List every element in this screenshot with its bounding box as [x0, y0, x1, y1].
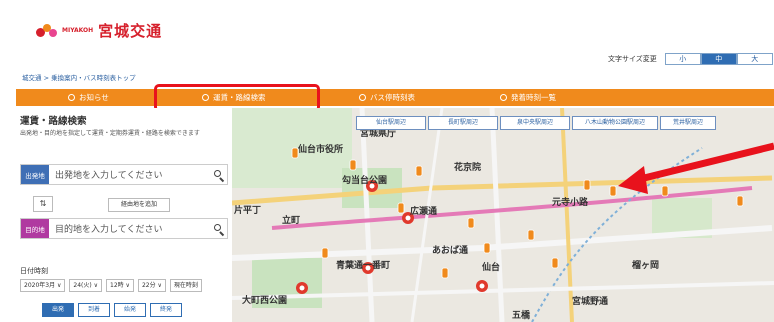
- minute-select[interactable]: 22分 ∨: [137, 279, 166, 292]
- logo-mark-icon: [36, 23, 58, 38]
- map-label: 宮城野通: [572, 295, 608, 307]
- font-size-switcher: 文字サイズ変更 小 中 大: [608, 53, 773, 65]
- month-select[interactable]: 2020年3月 ∨: [20, 279, 66, 292]
- mode-arrival[interactable]: 到着: [78, 303, 110, 317]
- search-panel: 運賃・路線検索 出発地・目的地を指定して運賃・定期券運賃・経路を検索できます 出…: [16, 108, 232, 322]
- map-label: 仙台: [482, 261, 500, 273]
- font-size-label: 文字サイズ変更: [608, 55, 657, 63]
- nav-item-label: お知らせ: [79, 93, 109, 102]
- nav-item-timetable[interactable]: バス停時刻表: [359, 89, 415, 106]
- destination-input[interactable]: 目的地を入力してください: [49, 222, 211, 235]
- now-button[interactable]: 現在時刻: [169, 279, 202, 292]
- map-label: 元寺小路: [552, 196, 589, 208]
- add-via-button[interactable]: 経由地を追加: [108, 198, 170, 212]
- destination-tag: 目的地: [21, 219, 49, 238]
- mode-last[interactable]: 終発: [150, 303, 182, 317]
- logo-main-text: 宮城交通: [98, 22, 163, 40]
- circle-icon: [359, 94, 366, 101]
- font-size-large-button[interactable]: 大: [736, 53, 773, 65]
- tab-yagiyama-station[interactable]: 八木山動物公園駅周辺: [572, 116, 658, 130]
- map-label: 青葉通一番町: [336, 259, 390, 271]
- swap-button[interactable]: ⇅: [33, 196, 53, 212]
- origin-tag: 出発地: [21, 165, 49, 184]
- map-label: 片平丁: [234, 204, 261, 216]
- map-label: 花京院: [454, 161, 481, 173]
- search-description: 出発地・目的地を指定して運賃・定期券運賃・経路を検索できます: [20, 130, 200, 137]
- datetime-label: 日付時刻: [20, 267, 48, 275]
- destination-field[interactable]: 目的地 目的地を入力してください: [20, 218, 228, 239]
- breadcrumb[interactable]: 城交通 > 乗換案内・バス時刻表トップ: [22, 72, 136, 82]
- font-size-small-button[interactable]: 小: [664, 53, 701, 65]
- map-label: 広瀬通: [410, 205, 437, 217]
- pointer-arrow-icon: [618, 142, 774, 194]
- tab-arai-station[interactable]: 荒井駅周辺: [660, 116, 716, 130]
- map-label: 榴ヶ岡: [632, 259, 659, 271]
- map-label: 仙台市役所: [298, 143, 343, 155]
- station-tabs: 仙台駅周辺 長町駅周辺 泉中央駅周辺 八木山動物公園駅周辺 荒井駅周辺: [356, 116, 718, 130]
- site-header: MIYAKOH 宮城交通: [0, 0, 774, 52]
- nav-item-label: バス停時刻表: [370, 93, 415, 102]
- circle-icon: [68, 94, 75, 101]
- map-label: 五橋: [512, 309, 531, 321]
- datetime-row: 2020年3月 ∨ 24(火) ∨ 12時 ∨ 22分 ∨ 現在時刻: [20, 279, 202, 292]
- tab-nagamachi-station[interactable]: 長町駅周辺: [428, 116, 498, 130]
- main-nav: お知らせ 運賃・路線検索 バス停時刻表 発着時刻一覧: [16, 89, 774, 106]
- tab-izumi-chuo-station[interactable]: 泉中央駅周辺: [500, 116, 570, 130]
- origin-field[interactable]: 出発地 出発地を入力してください: [20, 164, 228, 185]
- logo[interactable]: MIYAKOH 宮城交通: [36, 20, 162, 41]
- map-label: あおば通: [432, 244, 468, 256]
- nav-item-news[interactable]: お知らせ: [68, 89, 109, 106]
- origin-input[interactable]: 出発地を入力してください: [49, 168, 211, 181]
- hour-select[interactable]: 12時 ∨: [106, 279, 134, 292]
- search-icon[interactable]: [211, 221, 227, 237]
- nav-item-label: 発着時刻一覧: [511, 93, 556, 102]
- logo-small-text: MIYAKOH: [62, 27, 94, 34]
- route-map[interactable]: 宮城県庁 仙台市役所 勾当台公園 青葉通一番町 あおば通 仙台 大町西公園 宮城…: [232, 108, 774, 322]
- tab-sendai-station[interactable]: 仙台駅周辺: [356, 116, 426, 130]
- circle-icon: [500, 94, 507, 101]
- mode-first[interactable]: 始発: [114, 303, 146, 317]
- map-label: 大町西公園: [242, 294, 287, 306]
- day-select[interactable]: 24(火) ∨: [69, 279, 103, 292]
- map-label: 勾当台公園: [342, 174, 387, 186]
- map-label: 立町: [282, 214, 300, 226]
- nav-item-departure-list[interactable]: 発着時刻一覧: [500, 89, 556, 106]
- search-title: 運賃・路線検索: [20, 116, 87, 127]
- mode-departure[interactable]: 出発: [42, 303, 74, 317]
- font-size-medium-button[interactable]: 中: [700, 53, 737, 65]
- map-canvas: 宮城県庁 仙台市役所 勾当台公園 青葉通一番町 あおば通 仙台 大町西公園 宮城…: [232, 108, 774, 322]
- mode-row: 出発 到着 始発 終発: [42, 303, 182, 317]
- search-icon[interactable]: [211, 167, 227, 183]
